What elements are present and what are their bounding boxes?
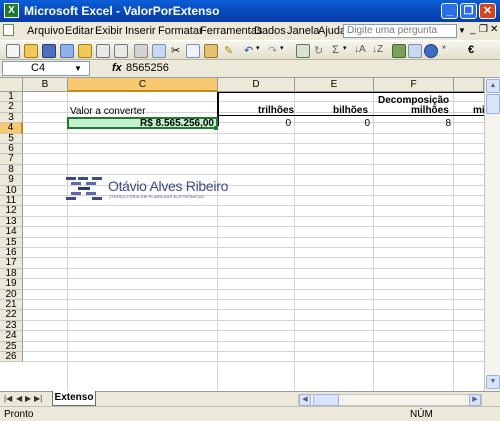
hyperlink-icon[interactable] bbox=[296, 44, 310, 58]
scroll-left-icon[interactable]: ◀ bbox=[299, 394, 311, 406]
redo-icon[interactable]: ↷ bbox=[268, 44, 277, 57]
last-sheet-icon[interactable]: ▶| bbox=[34, 394, 42, 403]
scroll-thumb[interactable] bbox=[486, 94, 500, 114]
sort-descending-icon[interactable]: ↓Z bbox=[372, 44, 383, 55]
workbook-icon[interactable] bbox=[3, 24, 14, 36]
insert-function-icon[interactable]: fx bbox=[112, 62, 122, 74]
doc-minimize-icon[interactable]: _ bbox=[470, 24, 476, 35]
menu-arquivo[interactable]: Arquivo bbox=[27, 25, 64, 37]
valor-a-converter[interactable]: R$ 8.565.256,00 bbox=[70, 118, 214, 129]
header-bilhoes: bilhões bbox=[333, 105, 369, 116]
column-header-e[interactable]: E bbox=[295, 78, 374, 92]
fill-handle[interactable] bbox=[214, 126, 218, 130]
research-icon[interactable] bbox=[152, 44, 166, 58]
scroll-down-icon[interactable]: ▼ bbox=[486, 375, 500, 389]
doc-close-icon[interactable]: ✕ bbox=[490, 24, 498, 35]
chart-wizard-icon[interactable] bbox=[392, 44, 406, 58]
doc-restore-icon[interactable]: ❐ bbox=[479, 24, 488, 35]
hscroll-thumb[interactable] bbox=[313, 394, 339, 406]
toolbar-options-icon[interactable]: » bbox=[442, 44, 446, 51]
ask-question-input[interactable]: Digite uma pergunta bbox=[343, 24, 457, 38]
undo-dropdown-icon[interactable]: ▾ bbox=[256, 44, 260, 52]
next-sheet-icon[interactable]: ▶ bbox=[25, 394, 31, 403]
excel-app-icon[interactable]: X bbox=[4, 3, 19, 18]
copy-icon[interactable] bbox=[186, 44, 200, 58]
header-partial: mi bbox=[473, 105, 484, 116]
valor-trilhoes[interactable]: 0 bbox=[220, 118, 291, 129]
header-milhoes: milhões bbox=[411, 105, 449, 116]
menu-inserir[interactable]: Inserir bbox=[125, 25, 156, 37]
undo-icon[interactable]: ↶ bbox=[244, 44, 253, 57]
vertical-scrollbar[interactable]: ▲ ▼ bbox=[484, 78, 500, 391]
redo-dropdown-icon[interactable]: ▾ bbox=[280, 44, 284, 52]
email-icon[interactable] bbox=[78, 44, 92, 58]
menu-formatar[interactable]: Formatar bbox=[158, 25, 203, 37]
header-trilhoes: trilhões bbox=[258, 105, 295, 116]
logo-name: Otávio Alves Ribeiro bbox=[108, 178, 229, 194]
column-header-f[interactable]: F bbox=[374, 78, 454, 92]
formula-bar: C4 ▼ fx 8565256 bbox=[0, 60, 500, 78]
sort-ascending-icon[interactable]: ↓A bbox=[354, 44, 366, 55]
euro-icon[interactable]: € bbox=[468, 44, 474, 56]
logo-x-icon bbox=[66, 177, 102, 200]
status-text: Pronto bbox=[4, 409, 34, 420]
menu-ferramentas[interactable]: Ferramentas bbox=[200, 25, 262, 37]
close-button[interactable]: ✕ bbox=[479, 3, 496, 19]
column-header-g[interactable] bbox=[454, 78, 484, 92]
autosum-dropdown-icon[interactable]: ▾ bbox=[343, 44, 347, 52]
name-box-dropdown-icon[interactable]: ▼ bbox=[74, 64, 82, 73]
drawing-icon[interactable] bbox=[408, 44, 422, 58]
label-valor-a-converter: Valor a converter bbox=[70, 106, 146, 117]
autosum-icon[interactable]: Σ bbox=[332, 44, 339, 56]
sheet-tab-extenso[interactable]: Extenso bbox=[52, 391, 96, 406]
menu-janela[interactable]: Janela bbox=[287, 25, 319, 37]
paste-icon[interactable] bbox=[204, 44, 218, 58]
permission-icon[interactable] bbox=[60, 44, 74, 58]
formula-input[interactable]: 8565256 bbox=[126, 62, 169, 74]
select-all-corner[interactable] bbox=[0, 78, 23, 92]
minimize-button[interactable]: _ bbox=[441, 3, 458, 19]
restore-button[interactable]: ❐ bbox=[460, 3, 477, 19]
column-header-c[interactable]: C bbox=[68, 78, 218, 92]
scroll-right-icon[interactable]: ▶ bbox=[469, 394, 481, 406]
spelling-icon[interactable] bbox=[134, 44, 148, 58]
menu-exibir[interactable]: Exibir bbox=[95, 25, 123, 37]
valor-bilhoes[interactable]: 0 bbox=[297, 118, 370, 129]
status-bar: Pronto NÚM bbox=[0, 406, 500, 421]
first-sheet-icon[interactable]: |◀ bbox=[4, 394, 12, 403]
valor-milhoes[interactable]: 8 bbox=[376, 118, 451, 129]
row-header-26[interactable]: 26 bbox=[0, 351, 23, 363]
sheet-tab-bar: |◀ ◀ ▶ ▶| Extenso ◀ ▶ bbox=[0, 391, 500, 406]
open-icon[interactable] bbox=[24, 44, 38, 58]
logo bbox=[66, 177, 106, 206]
format-painter-icon[interactable]: ✎ bbox=[224, 44, 233, 57]
save-icon[interactable] bbox=[42, 44, 56, 58]
horizontal-scrollbar[interactable]: ◀ ▶ bbox=[298, 394, 482, 406]
column-header-b[interactable]: B bbox=[23, 78, 68, 92]
print-preview-icon[interactable] bbox=[114, 44, 128, 58]
scroll-up-icon[interactable]: ▲ bbox=[486, 79, 500, 93]
menu-editar[interactable]: Editar bbox=[65, 25, 94, 37]
title-bar: X Microsoft Excel - ValorPorExtenso _ ❐ … bbox=[0, 0, 500, 22]
cut-icon[interactable]: ✂ bbox=[171, 44, 180, 57]
column-header-d[interactable]: D bbox=[218, 78, 295, 92]
print-icon[interactable] bbox=[96, 44, 110, 58]
menu-ajuda[interactable]: Ajuda bbox=[318, 25, 346, 37]
worksheet-grid[interactable]: B C D E F 1 2 3 4 5 6 7 8 9 10 11 12 13 14 15 16 17 18 19 2… bbox=[0, 78, 484, 391]
help-icon[interactable] bbox=[424, 44, 438, 58]
standard-toolbar: ✂ ✎ ↶ ▾ ↷ ▾ ↻ Σ ▾ ↓A ↓Z » € bbox=[0, 40, 500, 60]
num-lock-indicator: NÚM bbox=[410, 409, 433, 420]
prev-sheet-icon[interactable]: ◀ bbox=[16, 394, 22, 403]
new-icon[interactable] bbox=[6, 44, 20, 58]
window-title: Microsoft Excel - ValorPorExtenso bbox=[24, 4, 220, 18]
logo-tagline: CONSULTORIA EM PLANILHAS ELETRÔNICAS bbox=[109, 194, 205, 199]
ask-dropdown-icon[interactable]: ▼ bbox=[458, 26, 466, 35]
refresh-icon[interactable]: ↻ bbox=[314, 44, 323, 57]
menu-dados[interactable]: Dados bbox=[254, 25, 286, 37]
